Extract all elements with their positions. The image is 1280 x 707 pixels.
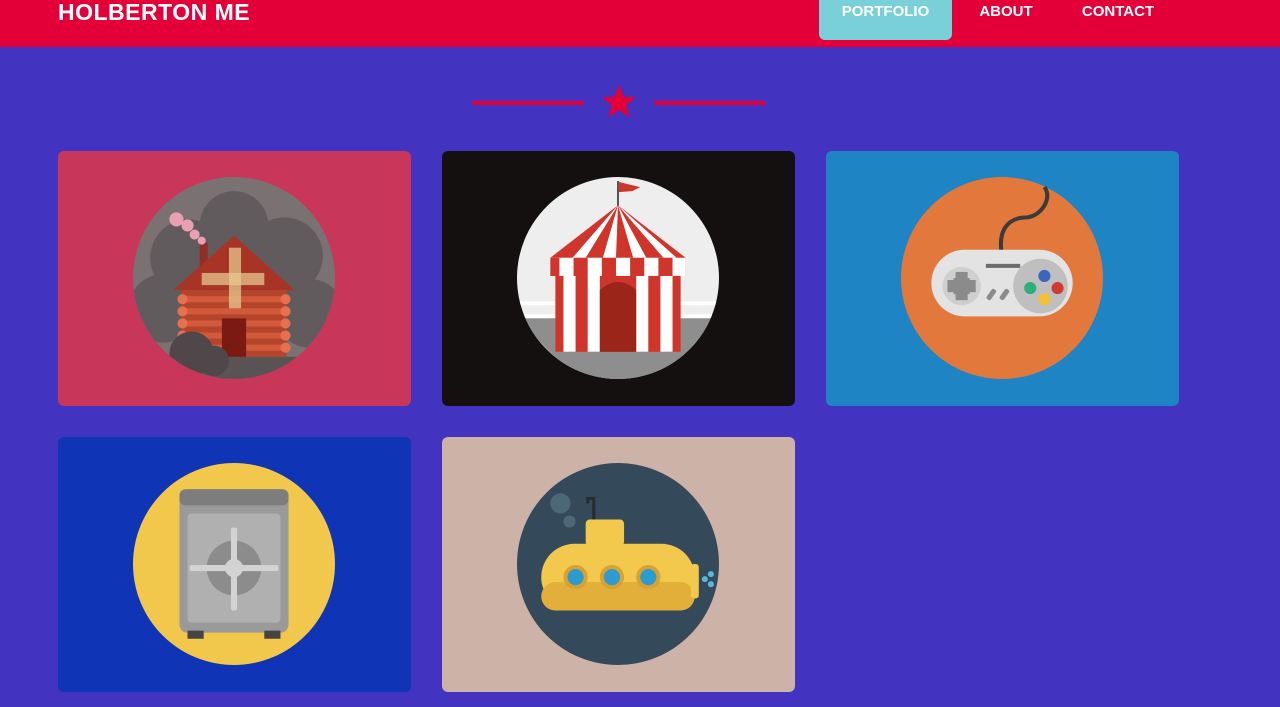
- nav-contact[interactable]: CONTACT: [1068, 0, 1168, 40]
- divider-line-right: [654, 101, 766, 105]
- portfolio-card-controller[interactable]: [826, 151, 1179, 406]
- safe-icon: [133, 463, 335, 665]
- circus-tent-icon: [517, 177, 719, 379]
- nav-portfolio[interactable]: PORTFOLIO: [819, 0, 952, 40]
- section-title-text: PORTFOLIO: [470, 14, 766, 37]
- brand-logo-text[interactable]: HOLBERTON ME: [58, 0, 250, 26]
- portfolio-card-circus[interactable]: [442, 151, 795, 406]
- portfolio-card-cabin[interactable]: [58, 151, 411, 406]
- section-title: PORTFOLIO: [470, 14, 766, 60]
- star-icon: [602, 85, 636, 118]
- submarine-icon: [517, 463, 719, 665]
- divider-line-left: [472, 101, 584, 105]
- portfolio-card-submarine[interactable]: [442, 437, 795, 692]
- portfolio-card-safe[interactable]: [58, 437, 411, 692]
- nav-about[interactable]: ABOUT: [966, 0, 1046, 40]
- log-cabin-icon: [133, 177, 335, 379]
- game-controller-icon: [901, 177, 1103, 379]
